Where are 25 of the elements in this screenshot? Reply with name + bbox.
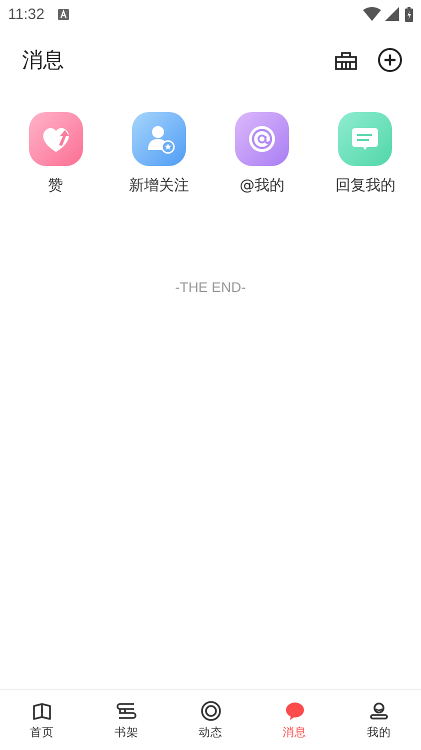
shortcut-icon: [338, 112, 392, 166]
bookshelf-icon: [115, 700, 138, 722]
shortcut-button[interactable]: 赞: [4, 112, 108, 195]
ring-icon: [200, 700, 222, 722]
add-icon[interactable]: [377, 47, 403, 73]
nav-tab[interactable]: 首页: [0, 690, 84, 750]
keyboard-icon: [58, 8, 70, 20]
battery-icon: [405, 6, 413, 22]
shortcut-button[interactable]: 回复我的: [314, 112, 417, 195]
shortcut-icon: [28, 112, 83, 166]
shortcut-icon: [132, 112, 186, 166]
wifi-icon: [363, 7, 381, 21]
nav-tab[interactable]: 书架: [84, 690, 168, 750]
status-time: 11:32: [8, 6, 44, 22]
end-text: -THE END-: [175, 279, 246, 295]
nav-tab[interactable]: 动态: [168, 690, 253, 750]
nav-tab[interactable]: 我的: [336, 690, 421, 750]
shortcut-icon: [235, 112, 290, 166]
book-icon: [31, 700, 54, 722]
chat-bubble-icon: [284, 700, 306, 722]
shortcut-button[interactable]: 新增关注: [107, 112, 210, 195]
shortcut-button[interactable]: @我的: [210, 112, 314, 195]
page-title: 消息: [22, 47, 65, 74]
person-icon: [368, 700, 390, 722]
signal-icon: [385, 7, 399, 21]
